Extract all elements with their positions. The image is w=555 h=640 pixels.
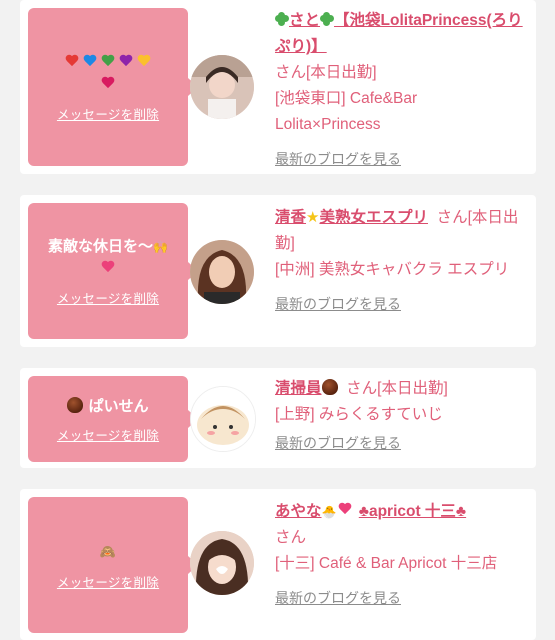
card-info: あやな🐣 ♣apricot 十三♣ さん [十三] Café & Bar Apr…: [275, 499, 525, 612]
card-info: さと 【池袋LolitaPrincess(ろりぷり)】 さん[本日出勤] [池袋東…: [275, 8, 525, 173]
message-text-content: ぱいせん: [88, 396, 149, 415]
cast-name[interactable]: さと: [289, 12, 320, 29]
shop-info: [中洲] 美熟女キャバクラ エスプリ: [275, 261, 510, 278]
delete-message-link[interactable]: メッセージを削除: [57, 104, 159, 123]
raised-hands-icon: 🙌: [153, 240, 168, 254]
message-text: 素敵な休日を〜🙌: [48, 235, 168, 280]
cast-status: さん[本日出勤]: [346, 380, 448, 397]
heart-blue-icon: [83, 55, 97, 68]
card-info: 清香★美熟女エスプリ さん[本日出勤] [中洲] 美熟女キャバクラ エスプリ 最…: [275, 205, 525, 318]
message-card: 🙈 メッセージを削除 あやな🐣 ♣apricot 十三♣ さん [十三] Caf…: [20, 489, 536, 640]
avatar[interactable]: [190, 531, 254, 595]
shop-info: [上野] みらくるすていじ: [275, 406, 443, 423]
message-text: ぱいせん: [67, 395, 149, 417]
cast-name[interactable]: あやな: [275, 503, 322, 520]
shop-info: [十三] Café & Bar Apricot 十三店: [275, 555, 498, 572]
see-no-evil-icon: 🙈: [99, 544, 117, 560]
cast-status: さん[本日出勤]: [275, 64, 377, 81]
blog-link[interactable]: 最新のブログを見る: [275, 291, 401, 317]
cast-status: さん: [275, 529, 307, 546]
chestnut-icon: [67, 396, 84, 413]
delete-message-link[interactable]: メッセージを削除: [57, 425, 159, 444]
heart-pink-icon: [101, 77, 115, 90]
message-bubble: 素敵な休日を〜🙌 メッセージを削除: [28, 203, 198, 339]
message-bubble: 🙈 メッセージを削除: [28, 497, 198, 633]
avatar[interactable]: [190, 386, 256, 452]
message-text: 🙈: [100, 540, 116, 564]
cast-name-shop[interactable]: 美熟女エスプリ: [319, 209, 428, 226]
heart-icon: [101, 261, 115, 274]
message-feed: メッセージを削除 さと 【池袋LolitaPrincess(ろりぷり)】 さん[本…: [0, 0, 555, 640]
message-bubble: ぱいせん メッセージを削除: [28, 376, 198, 462]
blog-link[interactable]: 最新のブログを見る: [275, 430, 401, 456]
message-card: ぱいせん メッセージを削除 清掃員 さん[本日出勤] [上野] みらくるすていじ…: [20, 368, 536, 468]
clover-icon: [320, 12, 335, 26]
heart-yellow-icon: [137, 55, 151, 68]
card-info: 清掃員 さん[本日出勤] [上野] みらくるすていじ 最新のブログを見る: [275, 376, 525, 457]
blog-link[interactable]: 最新のブログを見る: [275, 146, 401, 172]
avatar[interactable]: [190, 55, 254, 119]
heart-green-icon: [101, 55, 115, 68]
message-bubble: メッセージを削除: [28, 8, 198, 166]
message-emoji-row: [63, 52, 153, 96]
heart-red-icon: [65, 55, 79, 68]
message-card: 素敵な休日を〜🙌 メッセージを削除 清香★美熟女エスプリ さん[本日出勤] [中…: [20, 195, 536, 347]
message-text-content: 素敵な休日を〜: [48, 237, 154, 255]
avatar[interactable]: [190, 240, 254, 304]
cast-name-shop[interactable]: ♣apricot 十三♣: [359, 503, 466, 520]
shop-info: [池袋東口] Cafe&Bar Lolita×Princess: [275, 90, 418, 133]
star-icon: ★: [306, 209, 320, 226]
heart-purple-icon: [119, 55, 133, 68]
delete-message-link[interactable]: メッセージを削除: [57, 572, 159, 591]
blog-link[interactable]: 最新のブログを見る: [275, 585, 401, 611]
delete-message-link[interactable]: メッセージを削除: [57, 288, 159, 307]
clover-icon: [275, 12, 289, 26]
cast-name[interactable]: 清香: [275, 209, 306, 226]
cast-name[interactable]: 清掃員: [275, 380, 322, 397]
message-card: メッセージを削除 さと 【池袋LolitaPrincess(ろりぷり)】 さん[本…: [20, 0, 536, 174]
chestnut-icon: [321, 379, 338, 395]
heart-icon: [338, 503, 352, 516]
hatching-chick-icon: 🐣: [321, 505, 337, 519]
